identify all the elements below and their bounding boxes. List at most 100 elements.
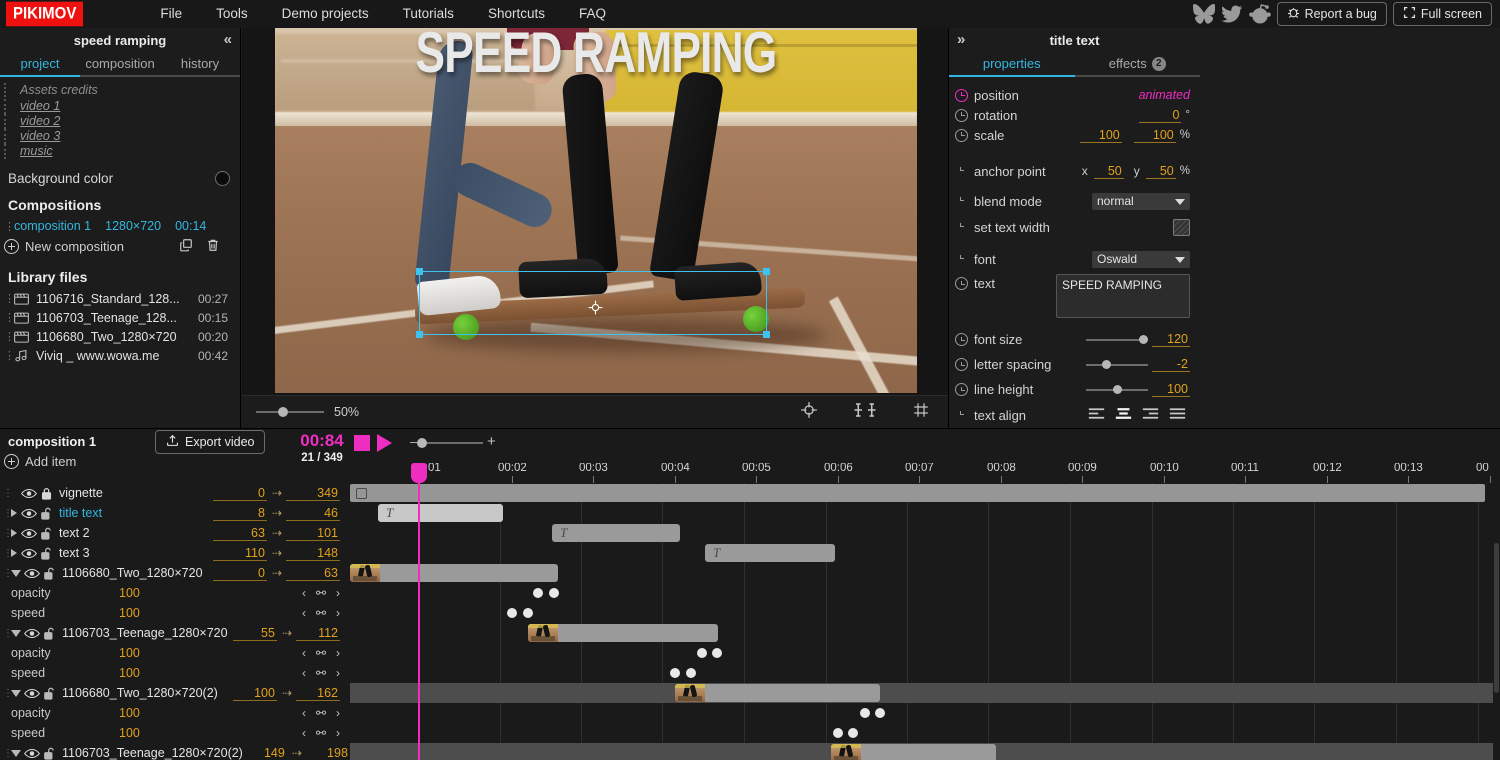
stop-button[interactable] [354,435,370,451]
timeline-layer-row[interactable]: ⋮ 1106703_Teenage_1280×720(2) 149 ⇢ 198 [0,743,350,760]
grid-tool-icon[interactable] [912,401,930,424]
letter-spacing-slider[interactable] [1086,359,1148,369]
visibility-icon[interactable] [21,508,37,519]
property-value[interactable]: 100 [119,646,140,660]
visibility-icon[interactable] [24,688,40,699]
line-height-slider[interactable] [1086,384,1148,394]
layer-property-row[interactable]: opacity 100 ‹ ⚯ › [0,583,350,603]
tab-composition[interactable]: composition [80,53,160,77]
drag-handle-icon[interactable]: ⋮ [3,628,13,639]
report-a-bug-button[interactable]: Report a bug [1276,2,1387,26]
add-item-button[interactable]: Add item [4,454,76,469]
tab-history[interactable]: history [160,53,240,77]
timeline-layer-row[interactable]: ⋮ text 3 110 ⇢ 148 [0,543,350,563]
text-selection-box[interactable] [416,268,770,338]
credit-link-video-3[interactable]: video 3 [4,129,60,144]
keyframe-marker[interactable] [523,608,533,618]
menu-item-shortcuts[interactable]: Shortcuts [471,0,562,28]
background-color-swatch[interactable] [215,171,230,186]
layer-end-frame[interactable]: 46 [286,506,340,521]
lock-open-icon[interactable] [41,547,52,560]
expand-right-panel-icon[interactable]: » [957,31,965,48]
add-keyframe-icon[interactable]: ⚯ [316,646,326,660]
app-logo[interactable]: PIKIMOV [6,1,84,27]
keyframe-marker[interactable] [697,648,707,658]
add-keyframe-icon[interactable]: ⚯ [316,606,326,620]
visibility-icon[interactable] [24,628,40,639]
bluesky-icon[interactable] [1192,3,1215,25]
layer-start-frame[interactable]: 110 [212,546,267,561]
library-file-row[interactable]: ⋮ 1106703_Teenage_128... 00:15 [0,308,240,327]
next-keyframe-icon[interactable]: › [336,586,340,600]
timeline-layer-row[interactable]: ⋮ 1106680_Two_1280×720(2) 100 ⇢ 162 [0,683,350,703]
delete-icon[interactable] [206,238,220,255]
keyframe-marker[interactable] [670,668,680,678]
add-keyframe-icon[interactable]: ⚯ [316,586,326,600]
layer-start-frame[interactable]: 100 [232,686,277,701]
lock-open-icon[interactable] [44,567,55,580]
property-value[interactable]: 100 [119,726,140,740]
timeline-clip-1106703-teenage-2[interactable] [831,744,996,760]
collapse-layer-icon[interactable] [11,569,21,577]
lock-open-icon[interactable] [44,627,55,640]
property-value[interactable]: 100 [119,606,140,620]
menu-item-file[interactable]: File [143,0,199,28]
lock-closed-icon[interactable] [41,487,52,500]
font-size-slider-knob[interactable] [1139,334,1148,344]
drag-handle-icon[interactable]: ⋮ [3,568,13,579]
credit-link-video-2[interactable]: video 2 [4,114,60,129]
collapse-layer-icon[interactable] [11,629,21,637]
layer-end-frame[interactable]: 101 [286,526,340,541]
layer-start-frame[interactable]: 63 [212,526,267,541]
keyframe-marker[interactable] [549,588,559,598]
timeline-layer-row[interactable]: ⋮ 1106680_Two_1280×720 0 ⇢ 63 [0,563,350,583]
keyframe-marker[interactable] [507,608,517,618]
export-video-button[interactable]: Export video [155,430,266,454]
visibility-icon[interactable] [21,488,37,499]
menu-item-tutorials[interactable]: Tutorials [386,0,471,28]
font-select[interactable]: Oswald [1092,250,1190,268]
layer-property-row[interactable]: speed 100 ‹ ⚯ › [0,603,350,623]
drag-handle-icon[interactable]: ⋮ [4,349,15,362]
prev-keyframe-icon[interactable]: ‹ [302,646,306,660]
align-left-button[interactable] [1088,407,1105,423]
layer-start-frame[interactable]: 149 [242,746,287,760]
anchor-point-tool-icon[interactable] [800,401,818,424]
layer-start-frame[interactable]: 0 [212,486,267,501]
timeline-clip-1106680-two[interactable] [350,564,558,582]
twitter-icon[interactable] [1220,3,1243,25]
keyframe-clock-icon[interactable] [955,88,968,102]
property-value[interactable]: 100 [119,666,140,680]
scale-y-input[interactable]: 100 [1133,128,1176,143]
tab-effects[interactable]: effects 2 [1074,53,1200,77]
timeline-clip-text-2[interactable]: T [552,524,680,542]
preview-canvas[interactable]: SPEED RAMPING [275,28,917,393]
timeline-ruler[interactable]: 00:01 00:02 00:03 00:04 00:05 00:06 00:0… [350,463,1500,483]
layer-start-frame[interactable]: 8 [212,506,267,521]
prev-keyframe-icon[interactable]: ‹ [302,606,306,620]
duplicate-icon[interactable] [179,238,193,255]
new-composition-row[interactable]: New composition [0,235,240,258]
keyframe-clock-icon[interactable] [955,128,968,142]
layer-end-frame[interactable]: 162 [296,686,340,701]
keyframe-marker[interactable] [712,648,722,658]
drag-handle-icon[interactable]: ⋮ [3,488,13,499]
library-file-row[interactable]: ⋮ 1106680_Two_1280×720 00:20 [0,327,240,346]
visibility-icon[interactable] [24,748,40,759]
drag-handle-icon[interactable]: ⋮ [3,548,13,559]
drag-handle-icon[interactable]: ⋮ [4,292,15,305]
layer-end-frame[interactable]: 112 [296,626,340,641]
blend-mode-select[interactable]: normal [1092,192,1190,210]
drag-handle-icon[interactable]: ⋮ [4,330,15,343]
menu-item-tools[interactable]: Tools [199,0,265,28]
drag-handle-icon[interactable]: ⋮ [3,748,13,759]
font-size-input[interactable]: 120 [1152,332,1190,347]
menu-item-demo-projects[interactable]: Demo projects [265,0,386,28]
set-text-width-checkbox[interactable] [1173,218,1190,236]
letter-spacing-input[interactable]: -2 [1152,357,1190,372]
font-size-slider[interactable] [1086,334,1148,344]
prev-keyframe-icon[interactable]: ‹ [302,706,306,720]
line-height-slider-knob[interactable] [1113,384,1122,394]
credit-link-video-1[interactable]: video 1 [4,99,60,114]
timeline-clip-vignette[interactable] [350,484,1485,502]
